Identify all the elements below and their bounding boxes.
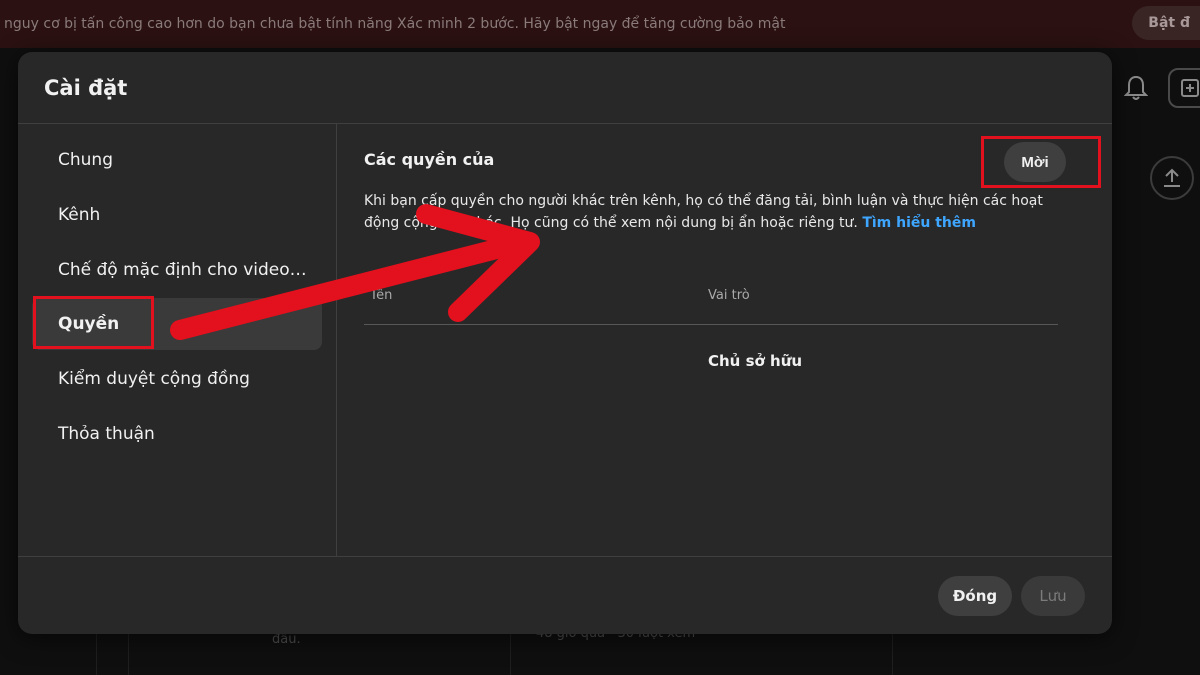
annotation-arrow xyxy=(170,204,540,340)
